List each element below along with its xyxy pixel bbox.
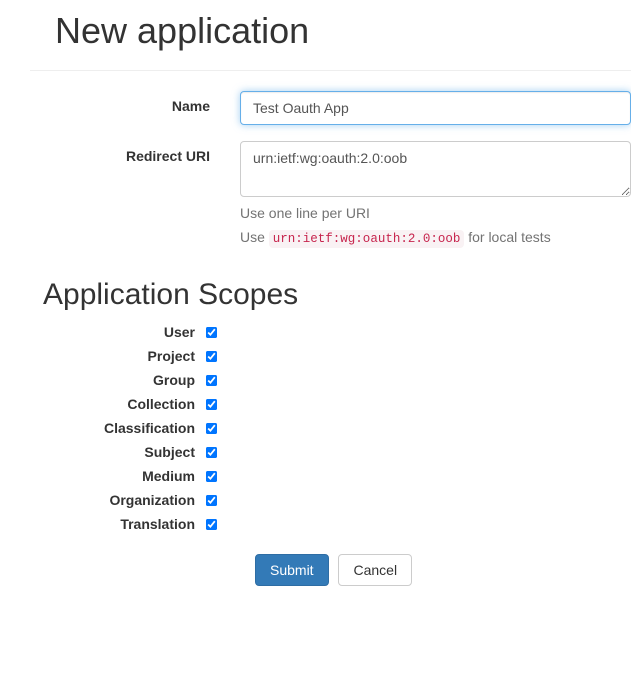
name-input[interactable]: [240, 91, 631, 125]
scope-label: Collection: [55, 396, 203, 412]
scope-row: Project: [55, 348, 631, 364]
application-form: Name Redirect URI Use one line per URI U…: [55, 91, 631, 586]
name-label: Name: [55, 91, 225, 114]
submit-button[interactable]: Submit: [255, 554, 329, 586]
scope-row: Organization: [55, 492, 631, 508]
scope-checkbox[interactable]: [206, 374, 217, 385]
scopes-list: User Project Group Collection Classification…: [55, 324, 631, 532]
help-local-tests: Use urn:ietf:wg:oauth:2.0:oob for local …: [240, 229, 631, 246]
scope-checkbox[interactable]: [206, 326, 217, 337]
scope-row: User: [55, 324, 631, 340]
scope-label: Classification: [55, 420, 203, 436]
scope-checkbox[interactable]: [206, 350, 217, 361]
scope-row: Subject: [55, 444, 631, 460]
scope-checkbox[interactable]: [206, 422, 217, 433]
scope-row: Classification: [55, 420, 631, 436]
scope-row: Translation: [55, 516, 631, 532]
cancel-button[interactable]: Cancel: [338, 554, 412, 586]
help-one-line-per-uri: Use one line per URI: [240, 205, 631, 221]
scope-checkbox[interactable]: [206, 494, 217, 505]
scope-checkbox[interactable]: [206, 518, 217, 529]
redirect-uri-input[interactable]: [240, 141, 631, 197]
scope-label: User: [55, 324, 203, 340]
scopes-heading: Application Scopes: [43, 278, 631, 312]
button-row: Submit Cancel: [255, 554, 631, 586]
scope-row: Group: [55, 372, 631, 388]
scope-checkbox[interactable]: [206, 398, 217, 409]
scope-label: Translation: [55, 516, 203, 532]
divider: [30, 70, 631, 71]
scope-label: Subject: [55, 444, 203, 460]
help-local-tests-pre: Use: [240, 229, 269, 245]
scope-checkbox[interactable]: [206, 470, 217, 481]
scope-row: Medium: [55, 468, 631, 484]
scope-label: Project: [55, 348, 203, 364]
redirect-uri-label: Redirect URI: [55, 141, 225, 164]
help-local-tests-post: for local tests: [464, 229, 550, 245]
field-name: Name: [55, 91, 631, 125]
scope-checkbox[interactable]: [206, 446, 217, 457]
help-code-urn: urn:ietf:wg:oauth:2.0:oob: [269, 230, 465, 248]
scope-label: Organization: [55, 492, 203, 508]
field-redirect-uri: Redirect URI Use one line per URI Use ur…: [55, 141, 631, 252]
scope-label: Medium: [55, 468, 203, 484]
scope-row: Collection: [55, 396, 631, 412]
scope-label: Group: [55, 372, 203, 388]
page-title: New application: [55, 10, 631, 52]
